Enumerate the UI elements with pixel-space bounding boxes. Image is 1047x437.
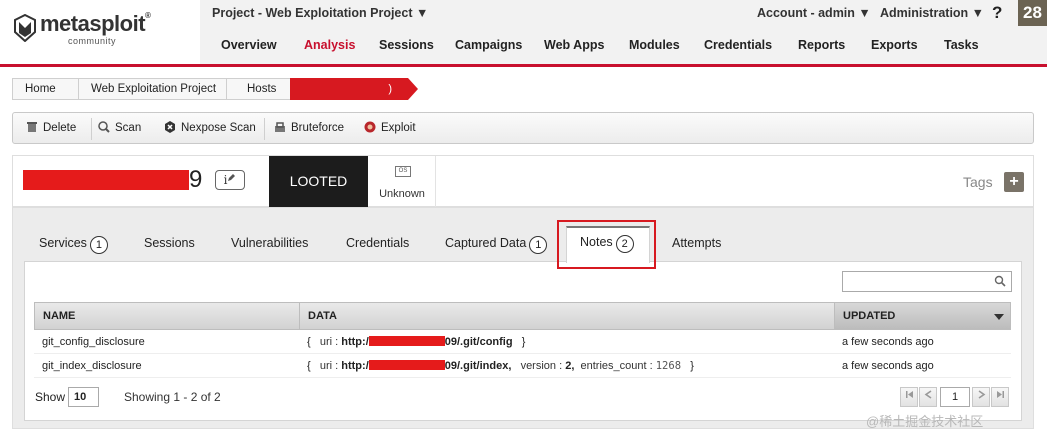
tab-vulnerabilities[interactable]: Vulnerabilities — [231, 236, 308, 250]
prev-page-button[interactable] — [919, 387, 937, 407]
showing-count: Showing 1 - 2 of 2 — [124, 390, 221, 404]
nav-analysis[interactable]: Analysis — [304, 38, 355, 52]
breadcrumb-current-arrow — [408, 78, 418, 100]
breadcrumb-home[interactable]: Home — [12, 78, 82, 100]
bruteforce-button[interactable]: Bruteforce — [274, 121, 344, 134]
account-menu[interactable]: Account - admin ▼ — [757, 6, 871, 20]
toolbar-divider — [264, 118, 265, 140]
notes-search-input[interactable] — [842, 271, 1012, 292]
table-row[interactable]: git_config_disclosure { uri : http:/09/.… — [34, 330, 1011, 354]
tab-services[interactable]: Services 1 — [39, 236, 108, 254]
notes-table-header: NAME DATA UPDATED — [34, 302, 1011, 330]
nav-tasks[interactable]: Tasks — [944, 38, 979, 52]
host-toolbar: Delete Scan Nexpose Scan Bruteforce Expl… — [12, 112, 1034, 144]
nav-reports[interactable]: Reports — [798, 38, 845, 52]
project-selector[interactable]: Project - Web Exploitation Project ▼ — [212, 6, 428, 20]
nav-credentials[interactable]: Credentials — [704, 38, 772, 52]
first-page-button[interactable] — [900, 387, 918, 407]
chevron-left-icon — [924, 390, 931, 399]
header-rule — [0, 64, 1047, 67]
nexpose-scan-button[interactable]: Nexpose Scan — [164, 121, 256, 134]
logo-text[interactable]: metasploit® — [40, 11, 151, 37]
services-count-badge: 1 — [89, 236, 108, 254]
note-updated: a few seconds ago — [842, 336, 934, 348]
last-page-button[interactable] — [991, 387, 1009, 407]
nav-campaigns[interactable]: Campaigns — [455, 38, 522, 52]
top-header: metasploit® community Project - Web Expl… — [0, 0, 1047, 64]
nav-sessions[interactable]: Sessions — [379, 38, 434, 52]
watermark: @稀土掘金技术社区 — [866, 414, 984, 429]
scan-label: Scan — [115, 122, 142, 134]
administration-menu[interactable]: Administration ▼ — [880, 6, 984, 20]
nexpose-scan-label: Nexpose Scan — [181, 122, 256, 134]
note-updated: a few seconds ago — [842, 360, 934, 372]
host-summary: 9 i LOOTED OS Unknown Tags + — [12, 155, 1034, 207]
sort-desc-icon — [994, 314, 1004, 320]
first-page-icon — [905, 391, 913, 398]
tab-attempts[interactable]: Attempts — [672, 236, 721, 250]
nav-modules[interactable]: Modules — [629, 38, 680, 52]
column-header-name[interactable]: NAME — [35, 303, 299, 329]
next-page-button[interactable] — [972, 387, 990, 407]
scan-icon — [98, 121, 110, 133]
tags-label: Tags — [963, 174, 993, 190]
pagination: 1 — [900, 387, 1010, 407]
nav-exports[interactable]: Exports — [871, 38, 918, 52]
uri-redaction — [368, 336, 445, 346]
last-page-icon — [996, 391, 1004, 398]
tab-credentials[interactable]: Credentials — [346, 236, 409, 250]
breadcrumb-project[interactable]: Web Exploitation Project — [78, 78, 230, 100]
exploit-label: Exploit — [381, 122, 416, 134]
nav-web-apps[interactable]: Web Apps — [544, 38, 604, 52]
note-name: git_index_disclosure — [42, 360, 142, 372]
exploit-button[interactable]: Exploit — [364, 121, 416, 134]
search-icon — [994, 275, 1006, 287]
note-data: { uri : http:/09/.git/config } — [307, 336, 526, 348]
notes-table: NAME DATA UPDATED git_config_disclosure … — [34, 302, 1011, 378]
chevron-right-icon — [978, 390, 985, 399]
add-tag-button[interactable]: + — [1004, 172, 1024, 192]
bruteforce-label: Bruteforce — [291, 122, 345, 134]
host-ip-suffix: 9 — [189, 166, 203, 193]
table-row[interactable]: git_index_disclosure { uri : http:/09/.g… — [34, 354, 1011, 378]
host-status-badge: LOOTED — [269, 156, 368, 207]
logo-wedge — [160, 0, 200, 64]
delete-icon — [27, 122, 37, 132]
column-header-updated[interactable]: UPDATED — [835, 303, 1010, 329]
breadcrumb-hosts[interactable]: Hosts — [226, 78, 294, 100]
delete-button[interactable]: Delete — [26, 121, 76, 134]
tab-captured-data[interactable]: Captured Data 1 — [445, 236, 548, 254]
main-nav: Overview Analysis Sessions Campaigns Web… — [0, 38, 1047, 54]
delete-label: Delete — [43, 122, 77, 134]
host-os: OS Unknown — [369, 156, 435, 207]
os-divider — [435, 156, 436, 207]
nexpose-icon — [165, 121, 175, 133]
uri-redaction — [368, 360, 445, 370]
host-ip-redaction — [23, 170, 189, 190]
page-size-select[interactable]: 10 — [68, 387, 99, 407]
edit-host-info-button[interactable]: i — [215, 170, 245, 190]
scan-button[interactable]: Scan — [98, 121, 141, 134]
captured-data-count-badge: 1 — [529, 236, 548, 254]
column-header-data[interactable]: DATA — [300, 303, 834, 329]
page-number-input[interactable]: 1 — [940, 387, 970, 407]
note-data: { uri : http:/09/.git/index, version : 2… — [307, 360, 694, 372]
notes-tab-highlight — [557, 220, 656, 269]
os-label: Unknown — [379, 188, 425, 200]
note-name: git_config_disclosure — [42, 336, 145, 348]
os-icon: OS — [395, 166, 411, 177]
breadcrumb-current-host: ) — [290, 78, 408, 100]
nav-overview[interactable]: Overview — [221, 38, 277, 52]
toolbar-divider — [91, 118, 92, 140]
notification-badge[interactable]: 28 — [1018, 0, 1047, 26]
pencil-icon — [228, 174, 236, 181]
tab-sessions[interactable]: Sessions — [144, 236, 195, 250]
help-icon[interactable]: ? — [992, 3, 1002, 23]
show-label: Show — [35, 390, 66, 404]
exploit-icon — [364, 121, 376, 133]
bruteforce-icon — [275, 122, 285, 132]
